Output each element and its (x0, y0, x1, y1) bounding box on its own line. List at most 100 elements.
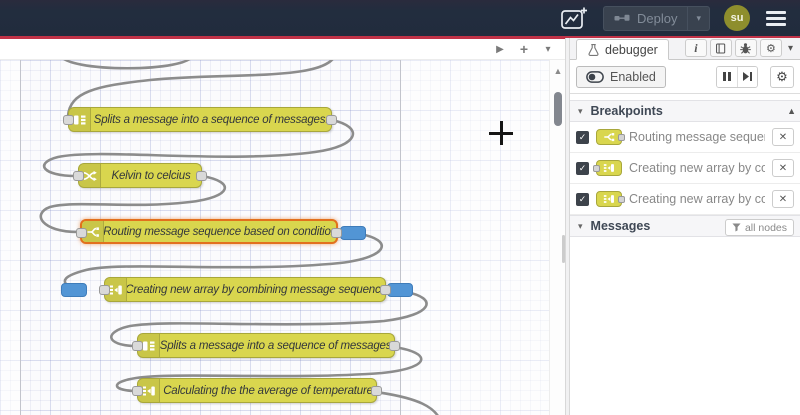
input-port[interactable] (63, 114, 74, 125)
node-join-average[interactable]: Calculating the the average of temperatu… (132, 378, 382, 403)
export-flow-button[interactable] (559, 5, 589, 31)
debugger-enabled-toggle[interactable]: Enabled (576, 65, 666, 88)
tab-info-button[interactable]: i (684, 39, 707, 57)
input-port[interactable] (76, 227, 87, 238)
breakpoint-row[interactable]: ✓ Creating new array by combining messag… (570, 184, 800, 215)
debugger-settings-button[interactable]: ⚙ (770, 65, 794, 88)
join-icon (603, 195, 614, 203)
split-icon (142, 341, 154, 350)
toggle-icon (586, 70, 604, 83)
tab-debug-messages-button[interactable] (734, 39, 757, 57)
user-avatar[interactable]: su (724, 5, 750, 31)
step-forward-icon (743, 72, 752, 81)
pause-button[interactable] (717, 66, 737, 87)
main-menu-button[interactable] (764, 7, 788, 30)
remove-breakpoint-button[interactable]: ✕ (772, 159, 794, 177)
output-port[interactable] (331, 227, 342, 238)
switch-icon (604, 133, 615, 142)
scroll-tabs-button[interactable]: ▶ (491, 44, 509, 55)
breakpoint-label: Creating new array by combining message … (629, 161, 765, 175)
join-icon (142, 386, 155, 395)
wire (374, 390, 439, 415)
split-icon (73, 115, 85, 124)
output-port[interactable] (326, 114, 337, 125)
output-port[interactable] (196, 170, 207, 181)
output-port[interactable] (371, 385, 382, 396)
mini-output-port (618, 133, 625, 141)
node-split-1[interactable]: Splits a message into a sequence of mess… (63, 107, 337, 132)
book-icon (715, 43, 726, 53)
breakpoints-section-header[interactable]: ▾ Breakpoints ▲ (570, 100, 800, 122)
node-red-app: Deploy ▾ su ▶ + ▾ Splits a message into … (0, 0, 800, 415)
breakpoint-label: Routing message sequence based on condit… (629, 130, 765, 144)
list-flows-button[interactable]: ▾ (539, 44, 557, 55)
breakpoint-row[interactable]: ✓ Routing message sequence based on cond… (570, 122, 800, 153)
flask-icon (588, 43, 599, 56)
scroll-up-icon[interactable]: ▲ (787, 106, 796, 116)
message-filter-button[interactable]: all nodes (724, 219, 794, 236)
breakpoint-marker-output[interactable] (340, 225, 366, 240)
close-icon: ✕ (778, 193, 788, 205)
hamburger-icon (766, 10, 786, 14)
input-port[interactable] (99, 284, 110, 295)
switch-icon (87, 226, 99, 237)
breakpoint-label: Creating new array by combining message … (629, 192, 765, 206)
check-icon: ✓ (578, 193, 587, 204)
breakpoint-marker-input[interactable] (61, 282, 87, 297)
info-icon: i (694, 40, 698, 55)
remove-breakpoint-button[interactable]: ✕ (772, 128, 794, 146)
chevron-down-icon: ▾ (578, 105, 583, 116)
node-label: Kelvin to celcius (111, 169, 191, 182)
output-port[interactable] (389, 340, 400, 351)
gear-icon: ⚙ (766, 42, 776, 55)
breakpoint-checkbox[interactable]: ✓ (576, 192, 589, 206)
crosshair-cursor (500, 121, 503, 145)
breakpoint-checkbox[interactable]: ✓ (576, 130, 589, 144)
tab-config-nodes-button[interactable] (709, 39, 732, 57)
messages-title: Messages (590, 219, 651, 233)
chevron-down-icon: ▾ (696, 12, 701, 23)
deploy-button[interactable]: Deploy ▾ (603, 5, 710, 31)
breakpoint-row[interactable]: ✓ Creating new array by combining messag… (570, 153, 800, 184)
add-flow-button[interactable]: + (515, 41, 533, 57)
play-icon: ▶ (496, 43, 504, 55)
input-port[interactable] (132, 385, 143, 396)
output-port[interactable] (380, 284, 391, 295)
deploy-node-icon (614, 14, 630, 21)
tab-settings-button[interactable]: ⚙ (759, 39, 782, 57)
join-icon (109, 285, 122, 294)
input-port[interactable] (132, 340, 143, 351)
breakpoints-title: Breakpoints (590, 104, 663, 118)
wire (63, 60, 190, 70)
remove-breakpoint-button[interactable]: ✕ (772, 190, 794, 208)
chevron-down-icon: ▾ (545, 43, 551, 55)
debugger-controls: Enabled ⚙ (570, 60, 800, 94)
close-icon: ✕ (778, 162, 788, 174)
enabled-label: Enabled (610, 69, 656, 84)
change-icon (83, 170, 97, 181)
node-join-array[interactable]: Creating new array by combining message … (61, 277, 413, 302)
tab-debugger[interactable]: debugger (576, 39, 669, 60)
deploy-options-button[interactable]: ▾ (687, 6, 709, 30)
input-port[interactable] (73, 170, 84, 181)
mini-node-join (596, 191, 625, 207)
flow-tab-strip: ▶ + ▾ (0, 39, 565, 60)
scroll-up-icon[interactable]: ▲ (550, 66, 566, 76)
mini-output-port (618, 195, 625, 203)
breakpoint-checkbox[interactable]: ✓ (576, 161, 589, 175)
sidebar-tabs-menu-button[interactable]: ▾ (785, 43, 796, 54)
deploy-label: Deploy (637, 10, 678, 26)
messages-section-header[interactable]: ▾ Messages all nodes (570, 215, 800, 237)
node-switch-routing[interactable]: Routing message sequence based on condit… (76, 219, 366, 244)
tab-label: debugger (605, 42, 658, 57)
flow-canvas[interactable]: Splits a message into a sequence of mess… (0, 60, 549, 415)
debug-sidebar: debugger i ⚙ ▾ Enabled ⚙ ▾ Breakpoints ▲… (570, 38, 800, 415)
node-label: Creating new array by combining message … (127, 283, 385, 296)
canvas-scrollbar[interactable]: ▲ (549, 60, 565, 415)
node-split-2[interactable]: Splits a message into a sequence of mess… (132, 333, 400, 358)
step-button[interactable] (737, 66, 757, 87)
canvas-scrollbar-thumb[interactable] (554, 92, 562, 126)
node-change-kelvin[interactable]: Kelvin to celcius (73, 163, 207, 188)
step-controls (716, 65, 758, 88)
node-label: Splits a message into a sequence of mess… (160, 339, 394, 352)
